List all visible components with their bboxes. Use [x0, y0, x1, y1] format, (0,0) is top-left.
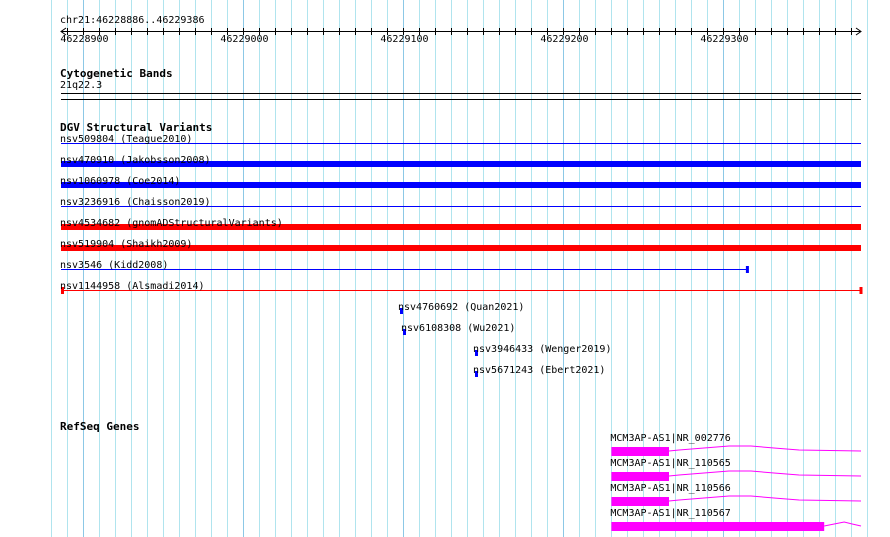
variant-label[interactable]: nsv3946433 (Wenger2019) [473, 344, 611, 356]
variant-label[interactable]: nsv4760692 (Quan2021) [398, 302, 524, 314]
ruler-tick-label: 46229200 [540, 34, 589, 45]
gene-exon [611, 472, 669, 481]
genome-browser: chr21:46228886..46229386 46228900 4622900… [0, 0, 890, 537]
ruler-tick-label: 46228900 [60, 34, 109, 45]
variant-end-tick [745, 266, 749, 273]
gene-intron [668, 470, 862, 477]
variant-label[interactable]: nsv519904 (Shaikh2009) [60, 239, 192, 251]
variant-end-tick [859, 287, 863, 294]
gene-label[interactable]: MCM3AP-AS1|NR_002776 [610, 433, 730, 445]
gene-exon [611, 522, 825, 531]
variant-label[interactable]: nsv6108308 (Wu2021) [401, 323, 515, 335]
gene-label[interactable]: MCM3AP-AS1|NR_110566 [610, 483, 730, 495]
refseq-track-title[interactable]: RefSeq Genes [60, 420, 139, 433]
gene-intron [668, 495, 862, 502]
gene-intron [824, 521, 862, 527]
gene-label[interactable]: MCM3AP-AS1|NR_110565 [610, 458, 730, 470]
variant-label[interactable]: nsv3236916 (Chaisson2019) [60, 197, 211, 209]
variant-label[interactable]: nsv1060978 (Coe2014) [60, 176, 180, 188]
ruler-tick-label: 46229000 [220, 34, 269, 45]
variant-label[interactable]: nsv509804 (Teague2010) [60, 134, 192, 146]
variant-label[interactable]: nsv470910 (Jakobsson2008) [60, 155, 211, 167]
ruler-tick-label: 46229300 [700, 34, 749, 45]
variant-label[interactable]: nsv5671243 (Ebert2021) [473, 365, 605, 377]
variant-label[interactable]: nsv4534682 (gnomADStructuralVariants) [60, 218, 283, 230]
dgv-track-title[interactable]: DGV Structural Variants [60, 121, 212, 134]
gene-intron [668, 445, 862, 452]
cytoband-track-title[interactable]: Cytogenetic Bands [60, 67, 173, 80]
variant-bar [61, 182, 861, 188]
gene-label[interactable]: MCM3AP-AS1|NR_110567 [610, 508, 730, 520]
region-label: chr21:46228886..46229386 [60, 15, 205, 26]
gene-exon [611, 497, 669, 506]
variant-label[interactable]: nsv1144958 (Alsmadi2014) [60, 281, 205, 293]
cytoband-label[interactable]: 21q22.3 [60, 80, 102, 92]
variant-label[interactable]: nsv3546 (Kidd2008) [60, 260, 168, 272]
gene-exon [611, 447, 669, 456]
ruler-tick-label: 46229100 [380, 34, 429, 45]
